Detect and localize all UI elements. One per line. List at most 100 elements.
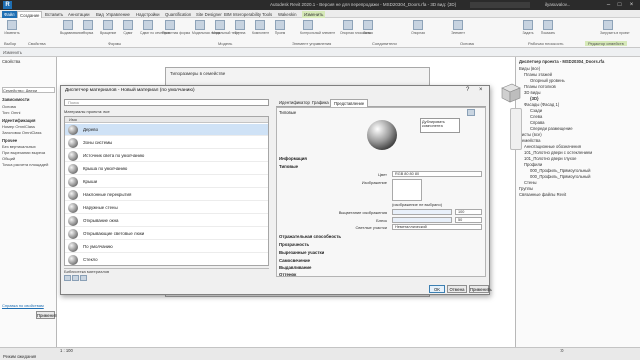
tab-create[interactable]: Создание [17,11,43,18]
tree-item[interactable]: Справа [530,120,544,125]
load-into-project-button[interactable]: Загрузить в проект [600,20,630,38]
section-bump[interactable]: Выдавливание [279,265,479,271]
void-form-button[interactable]: Пустотная форма [162,20,190,38]
tab-wakeskin[interactable]: Wakeskin [276,11,298,18]
tree-item[interactable]: Планы потолков [524,84,556,89]
tree-item[interactable]: Спереди размещение [530,126,573,131]
tree-item[interactable]: Виды (все) [519,66,540,71]
material-row[interactable]: Зоны системы [65,137,268,149]
tree-item[interactable]: Слева [530,114,542,119]
component-button[interactable]: Компонент [252,20,269,38]
navigation-bar[interactable] [510,108,522,150]
material-row[interactable]: По умолчанию [65,241,268,253]
material-library-header[interactable]: Библиотека материалов [64,268,269,274]
tab-quantification[interactable]: Quantification [163,11,193,18]
model-line-button[interactable]: Модельная линия [192,20,220,38]
tree-item[interactable]: Планы этажей [524,72,552,77]
view-scale[interactable]: 1 : 100 [60,348,73,353]
tree-item[interactable]: Семейства [519,138,540,143]
family-selector[interactable]: Семейство: Двери [2,87,55,93]
tab-annotate[interactable]: Аннотации [66,11,91,18]
section-other[interactable]: Прочее [2,138,17,143]
group-select[interactable]: Выбор [4,41,16,46]
prop-omniclass-title[interactable]: Заголовок OmniClass [2,130,55,136]
ok-button[interactable]: OK [429,285,445,293]
tab-manage[interactable]: Управление [104,11,132,18]
apply-button[interactable]: Применить [469,285,492,293]
duplicate-asset-icon[interactable] [467,109,475,116]
tab-identity[interactable]: Идентификатор [276,99,313,107]
tree-item[interactable]: 000_Профиль_Прямоугольный [530,168,591,173]
section-self-illumination[interactable]: Самосвечение [279,258,479,264]
section-reflectivity[interactable]: Отражательная способность [279,234,479,240]
control-button[interactable]: Контрольный элемент [300,20,335,38]
minimize-icon[interactable]: – [604,1,613,9]
material-search-input[interactable]: Поиск [64,99,269,106]
opening-button[interactable]: Проем [272,20,288,38]
viewcube-icon[interactable] [498,80,522,104]
tree-item[interactable]: Опорный уровень [530,78,565,83]
gloss-slider[interactable] [392,217,452,223]
gloss-value[interactable]: 50 [455,217,482,223]
revolve-button[interactable]: Вращение [100,20,116,38]
tree-item[interactable]: Аннотационные обозначения [524,144,581,149]
blend-button[interactable]: Форма [80,20,96,38]
properties-apply-button[interactable]: Применить [36,311,59,319]
title-search-box[interactable] [470,2,530,8]
properties-help-link[interactable]: Справка по свойствам [2,303,55,309]
section-constraints[interactable]: Зависимости [2,97,30,102]
section-transparency[interactable]: Прозрачность [279,242,479,248]
show-workplane-button[interactable]: Показать [540,20,556,38]
section-generic[interactable]: Типовые [279,164,479,170]
ref-line-button[interactable]: Опорная [410,20,426,38]
tree-item[interactable]: 3D виды [524,90,541,95]
tree-item[interactable]: Группы [519,186,533,191]
material-row[interactable]: Крыши [65,176,268,188]
color-value[interactable]: RGB 80 80 80 [392,171,482,177]
fade-slider[interactable] [392,209,452,215]
fade-value[interactable]: 100 [455,209,482,215]
connector2-button[interactable]: Линия [360,20,376,38]
tree-item[interactable]: Профили [524,162,542,167]
tab-appearance[interactable]: Представление [330,99,369,107]
tab-addins[interactable]: Надстройки [134,11,162,18]
dialog-close-button[interactable]: × [479,87,483,93]
user-name[interactable]: ilyasuvalov... [545,2,570,7]
material-row[interactable]: Дерево [65,124,268,136]
help-button[interactable]: ? [466,87,469,93]
tree-item[interactable]: 101_Полотно двери с остеклением [524,150,592,155]
material-row[interactable]: Открывание окна [65,215,268,227]
image-slot[interactable] [392,179,422,201]
tree-item[interactable]: {3D} [530,96,539,101]
highlights-select[interactable]: Неметаллический [392,224,482,230]
tab-insert[interactable]: Вставить [43,11,65,18]
modify-button[interactable]: Изменить [4,20,20,38]
library-icon[interactable] [72,275,79,281]
asset-browser-icon[interactable] [80,275,87,281]
tree-item[interactable]: Листы (все) [519,132,542,137]
material-row[interactable]: Источник света по умолчанию [65,150,268,162]
tab-bim-tools[interactable]: BIM Interoperability Tools [222,11,274,18]
material-row[interactable]: Стекло [65,254,268,265]
connector-button[interactable]: Опорная плоскость [340,20,371,38]
material-row[interactable]: Крыша по умолчанию [65,163,268,175]
swept-blend-button[interactable]: Сдвиг по сечениям [140,20,170,38]
material-row[interactable]: Открывающие световые люки [65,228,268,240]
tree-item[interactable]: Стены [524,180,537,185]
material-list[interactable]: Имя Дерево Зоны системы Источник света п… [64,116,269,266]
tree-item[interactable]: Связанные файлы Revit [519,192,566,197]
prop-type[interactable]: Тип: Оmni [2,110,55,116]
tab-file[interactable]: Файл [2,11,17,18]
tree-item[interactable]: 101_Полотно двери глухое [524,156,576,161]
cancel-button[interactable]: Отмена [447,285,467,293]
tab-site-designer[interactable]: Site Designer [194,11,224,18]
column-header-name[interactable]: Имя [65,117,268,123]
material-row[interactable]: Наклонные перекрытия [65,189,268,201]
tree-item[interactable]: Фасады (Фасад 1) [524,102,559,107]
create-material-icon[interactable] [64,275,71,281]
extrusion-button[interactable]: Выдавливание [60,20,83,38]
group-button[interactable]: Группа [232,20,248,38]
tab-modify[interactable]: Изменить [302,11,326,18]
close-icon[interactable]: × [627,1,636,9]
set-workplane-button[interactable]: Задать [520,20,536,38]
